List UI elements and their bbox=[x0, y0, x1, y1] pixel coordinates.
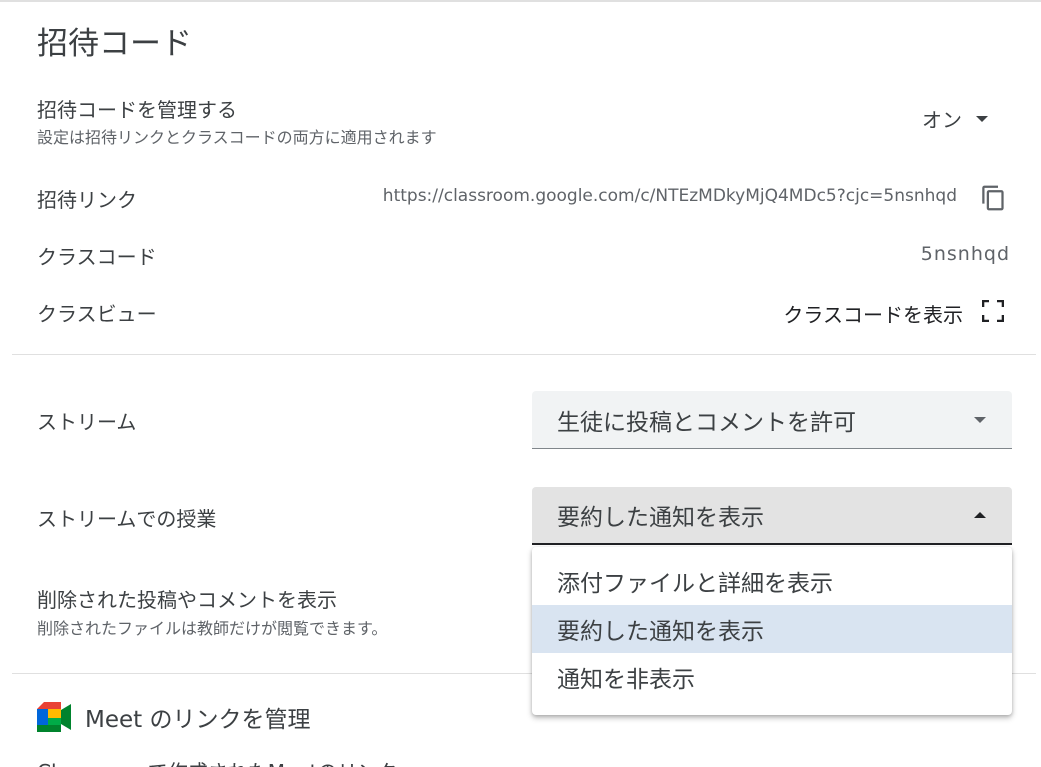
manage-invite-codes-dropdown[interactable]: オン bbox=[922, 104, 988, 133]
classwork-on-stream-menu: 添付ファイルと詳細を表示 要約した通知を表示 通知を非表示 bbox=[532, 547, 1012, 715]
manage-invite-codes-value: オン bbox=[922, 108, 962, 132]
classwork-on-stream-label: ストリームでの授業 bbox=[37, 507, 217, 531]
dropdown-arrow-up-icon bbox=[974, 512, 986, 518]
classwork-on-stream-value: 要約した通知を表示 bbox=[557, 505, 764, 531]
copy-icon[interactable] bbox=[980, 183, 1007, 213]
class-code-value: 5nsnhqd bbox=[920, 243, 1010, 265]
classwork-on-stream-select[interactable]: 要約した通知を表示 bbox=[532, 487, 1012, 545]
invite-codes-title: 招待コード bbox=[37, 26, 192, 62]
meet-links-cut-off-text: Classroom で作成されたMeetのリンク bbox=[37, 756, 397, 767]
section-divider bbox=[12, 354, 1036, 355]
stream-label: ストリーム bbox=[37, 410, 137, 434]
dropdown-arrow-icon bbox=[974, 416, 986, 423]
menu-option-hide-notifications[interactable]: 通知を非表示 bbox=[532, 653, 1012, 701]
stream-permission-value: 生徒に投稿とコメントを許可 bbox=[557, 409, 856, 436]
menu-option-condensed-notifications[interactable]: 要約した通知を表示 bbox=[532, 605, 1012, 653]
invite-link-label: 招待リンク bbox=[37, 188, 137, 212]
manage-invite-codes-label: 招待コードを管理する bbox=[37, 98, 237, 122]
manage-invite-codes-description: 設定は招待リンクとクラスコードの両方に適用されます bbox=[37, 128, 437, 147]
menu-option-show-attachments[interactable]: 添付ファイルと詳細を表示 bbox=[532, 557, 1012, 605]
top-divider bbox=[0, 0, 1041, 2]
meet-section-title: Meet のリンクを管理 bbox=[37, 700, 310, 734]
stream-permission-select[interactable]: 生徒に投稿とコメントを許可 bbox=[532, 391, 1012, 449]
class-view-label: クラスビュー bbox=[37, 302, 157, 326]
google-meet-icon bbox=[37, 702, 71, 732]
show-deleted-items-label: 削除された投稿やコメントを表示 bbox=[37, 588, 337, 612]
meet-title-text: Meet のリンクを管理 bbox=[85, 707, 311, 733]
show-class-code-link[interactable]: クラスコードを表示 bbox=[783, 299, 963, 328]
show-deleted-items-description: 削除されたファイルは教師だけが閲覧できます。 bbox=[37, 619, 388, 638]
invite-link-url: https://classroom.google.com/c/NTEzMDkyM… bbox=[382, 186, 957, 206]
chevron-down-icon bbox=[976, 115, 988, 122]
fullscreen-expand-icon[interactable] bbox=[982, 300, 1004, 322]
classroom-settings-page: 招待コード 招待コードを管理する 設定は招待リンクとクラスコードの両方に適用され… bbox=[0, 0, 1041, 767]
class-code-label: クラスコード bbox=[37, 245, 157, 269]
